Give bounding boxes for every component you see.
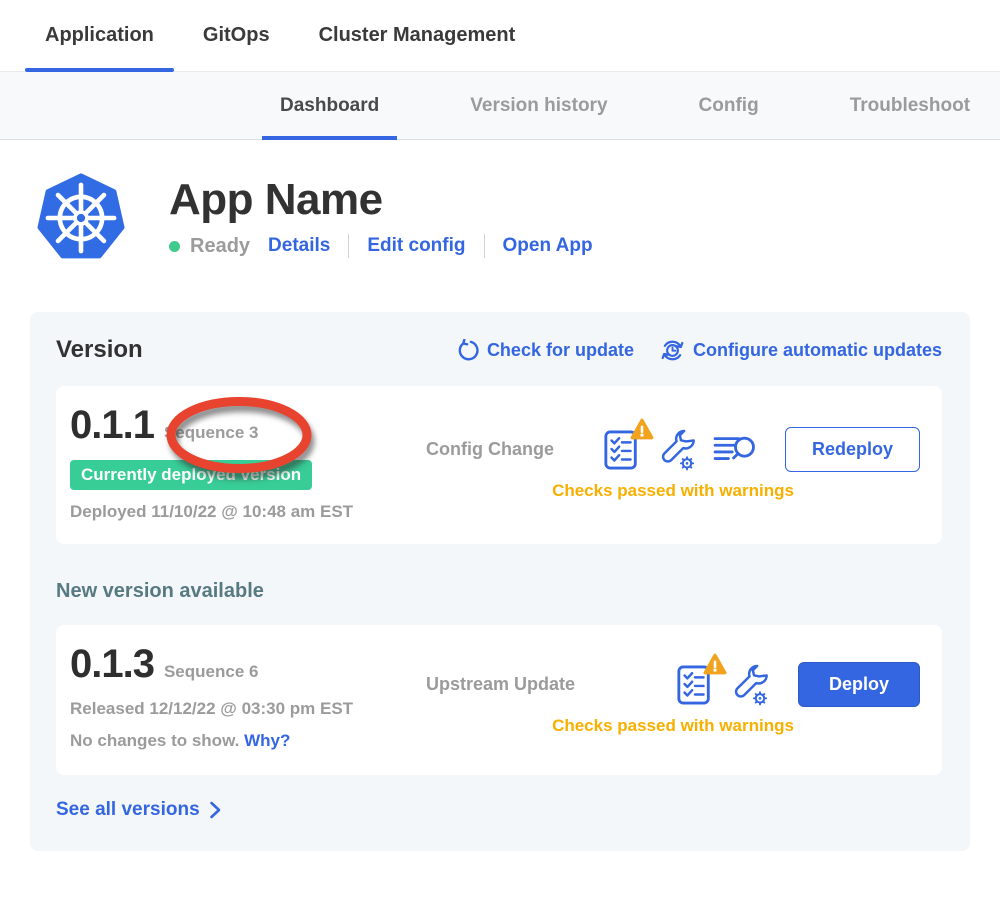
version-card-title: Version bbox=[56, 336, 143, 364]
version-source-label: Upstream Update bbox=[426, 674, 575, 695]
version-card-header: Version Check for update bbox=[56, 336, 942, 364]
title-block: App Name Ready Details Edit config Open … bbox=[169, 172, 593, 258]
current-version-row: 0.1.1 Sequence 3 Currently deployed vers… bbox=[56, 386, 942, 544]
new-checks-status: Checks passed with warnings bbox=[426, 716, 920, 736]
divider bbox=[484, 234, 485, 258]
new-version-info: 0.1.3 Sequence 6 Released 12/12/22 @ 03:… bbox=[70, 639, 400, 759]
tab-config[interactable]: Config bbox=[681, 72, 777, 139]
details-link[interactable]: Details bbox=[268, 235, 330, 257]
preflight-checks-icon[interactable] bbox=[603, 429, 641, 471]
version-card: Version Check for update bbox=[30, 312, 970, 851]
release-notes-icon[interactable] bbox=[713, 432, 757, 468]
see-all-versions-link[interactable]: See all versions bbox=[56, 799, 222, 821]
see-all-versions-label: See all versions bbox=[56, 799, 200, 821]
tab-version-history[interactable]: Version history bbox=[452, 72, 625, 139]
status-badge: Ready bbox=[190, 235, 250, 258]
version-card-actions: Check for update Configure automatic upd… bbox=[456, 338, 942, 363]
new-version-sequence: Sequence 6 bbox=[164, 662, 259, 682]
page: Application GitOps Cluster Management Da… bbox=[0, 0, 1000, 898]
warning-triangle-icon bbox=[630, 418, 654, 440]
page-title: App Name bbox=[169, 178, 593, 222]
current-version-number: 0.1.1 bbox=[70, 402, 154, 448]
top-tab-gitops[interactable]: GitOps bbox=[183, 0, 290, 71]
check-for-update-link[interactable]: Check for update bbox=[456, 339, 634, 362]
new-version-heading: New version available bbox=[56, 580, 942, 603]
currently-deployed-badge: Currently deployed version bbox=[70, 460, 312, 490]
sub-nav: Dashboard Version history Config Trouble… bbox=[0, 72, 1000, 140]
top-nav: Application GitOps Cluster Management bbox=[0, 0, 1000, 72]
open-app-link[interactable]: Open App bbox=[503, 235, 593, 257]
current-checks-status: Checks passed with warnings bbox=[426, 481, 920, 501]
top-tab-application[interactable]: Application bbox=[25, 0, 174, 71]
app-header: App Name Ready Details Edit config Open … bbox=[35, 172, 1000, 264]
current-version-info: 0.1.1 Sequence 3 Currently deployed vers… bbox=[70, 400, 400, 528]
version-source-label: Config Change bbox=[426, 439, 554, 460]
new-version-actions: Upstream Update bbox=[400, 639, 920, 759]
divider bbox=[348, 234, 349, 258]
tab-troubleshoot[interactable]: Troubleshoot bbox=[832, 72, 988, 139]
configure-automatic-updates-label: Configure automatic updates bbox=[693, 340, 942, 361]
warning-triangle-icon bbox=[703, 653, 727, 675]
refresh-icon bbox=[456, 339, 479, 362]
status-row: Ready Details Edit config Open App bbox=[169, 234, 593, 258]
config-wrench-icon[interactable] bbox=[730, 663, 770, 707]
configure-automatic-updates-link[interactable]: Configure automatic updates bbox=[660, 338, 942, 363]
edit-config-link[interactable]: Edit config bbox=[367, 235, 465, 257]
current-version-sequence: Sequence 3 bbox=[164, 423, 259, 443]
check-for-update-label: Check for update bbox=[487, 340, 634, 361]
auto-update-clock-icon bbox=[660, 338, 685, 363]
no-changes-text: No changes to show. bbox=[70, 731, 239, 750]
redeploy-button[interactable]: Redeploy bbox=[785, 427, 920, 472]
current-version-icons bbox=[603, 428, 757, 472]
new-version-row: 0.1.3 Sequence 6 Released 12/12/22 @ 03:… bbox=[56, 625, 942, 775]
released-timestamp: Released 12/12/22 @ 03:30 pm EST bbox=[70, 699, 400, 719]
why-link[interactable]: Why? bbox=[244, 731, 290, 750]
tab-dashboard[interactable]: Dashboard bbox=[262, 72, 397, 139]
new-version-number: 0.1.3 bbox=[70, 641, 154, 687]
ready-status-dot-icon bbox=[169, 241, 180, 252]
top-tab-cluster-management[interactable]: Cluster Management bbox=[299, 0, 536, 71]
preflight-checks-icon[interactable] bbox=[676, 664, 714, 706]
new-version-icons bbox=[676, 663, 770, 707]
config-wrench-icon[interactable] bbox=[657, 428, 697, 472]
deploy-button[interactable]: Deploy bbox=[798, 662, 920, 707]
kubernetes-logo bbox=[35, 172, 127, 264]
current-version-actions: Config Change bbox=[400, 400, 920, 528]
deployed-timestamp: Deployed 11/10/22 @ 10:48 am EST bbox=[70, 502, 400, 522]
no-changes-line: No changes to show. Why? bbox=[70, 731, 400, 751]
chevron-right-icon bbox=[209, 801, 222, 819]
